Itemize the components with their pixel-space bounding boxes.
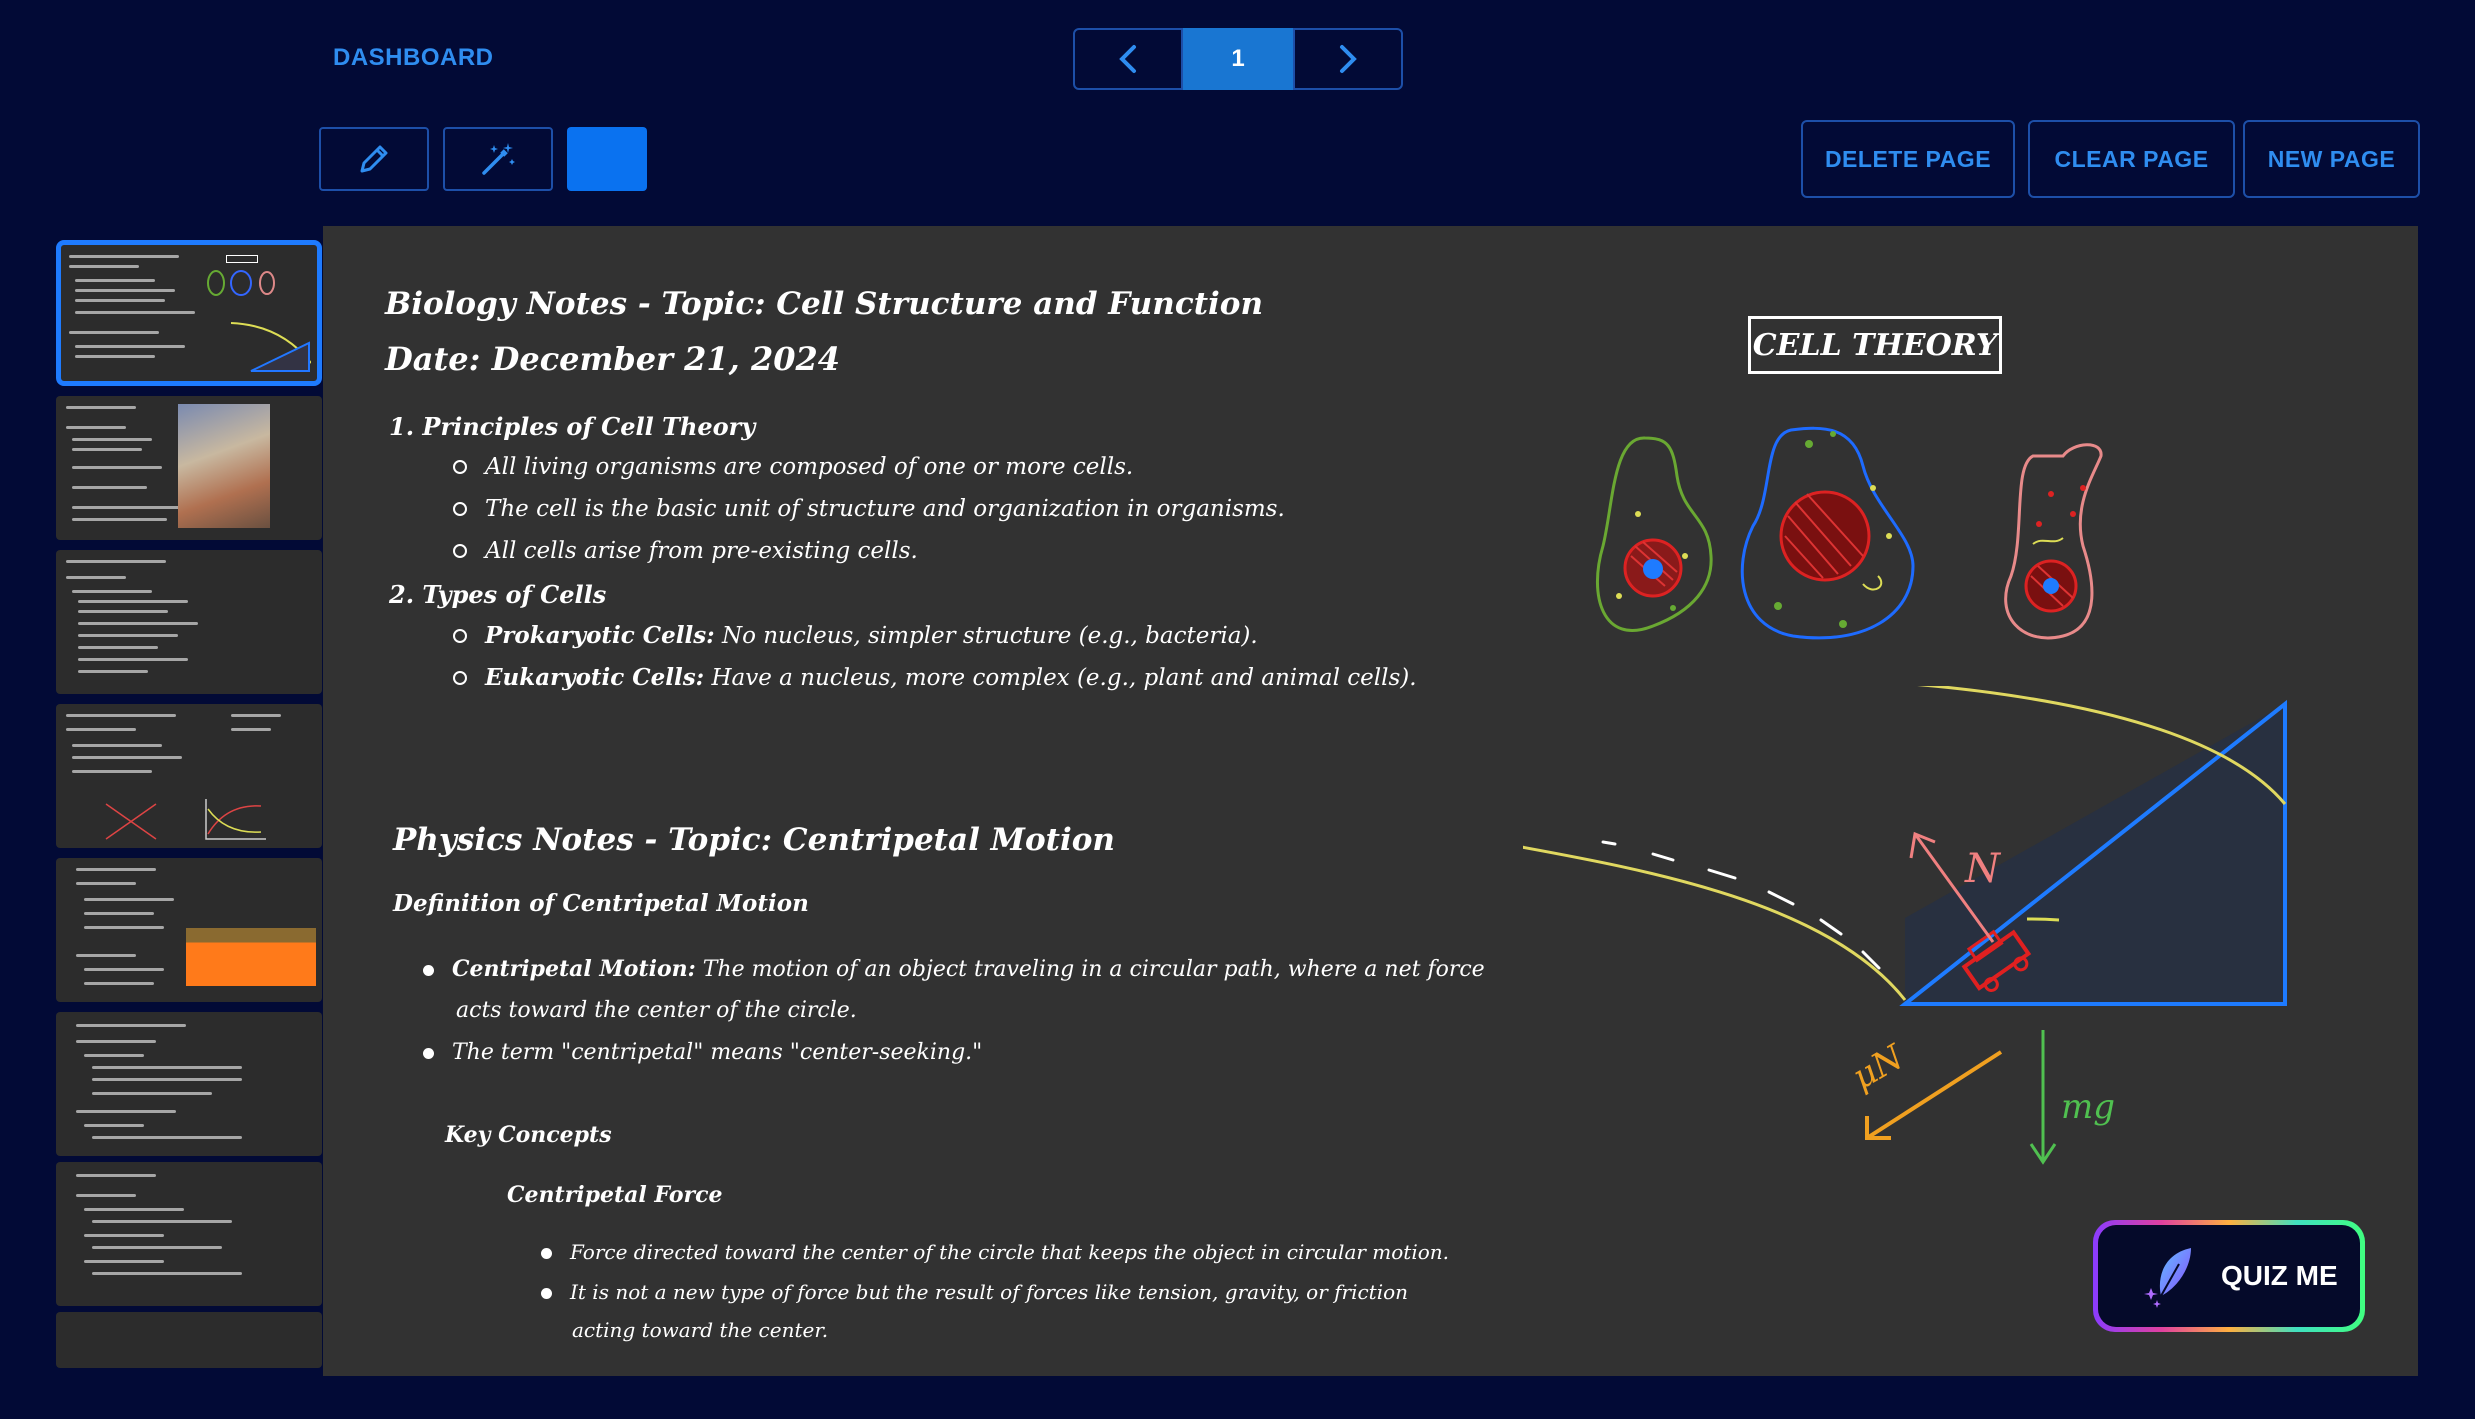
page-pager: 1 [1073,28,1403,90]
quill-sparkle-icon [2144,1248,2191,1308]
bullet-dot [423,1048,434,1059]
term-label: Centripetal Motion: [452,956,696,982]
list-item: Prokaryotic Cells: No nucleus, simpler s… [453,622,1258,649]
list-item-text: Have a nucleus, more complex (e.g., plan… [704,665,1417,691]
list-item: It is not a new type of force but the re… [541,1280,1408,1304]
list-item: All cells arise from pre-existing cells. [453,538,918,564]
clear-page-button[interactable]: CLEAR PAGE [2028,120,2235,198]
weight-force-label: mg [2061,1087,2115,1127]
page-thumbnail[interactable] [56,704,322,848]
centripetal-force-heading: Centripetal Force [507,1182,723,1208]
bullet-dot [541,1248,552,1259]
list-item-text: The term "centripetal" means "center-see… [452,1040,983,1065]
bullet-circle [453,671,467,685]
cell-theory-label: CELL THEORY [1752,327,1998,363]
page-thumbnail[interactable] [56,240,322,386]
page-thumbnail[interactable] [56,396,322,540]
friction-force-label: μN [1846,1037,1912,1098]
normal-force-label: N [1964,846,2002,892]
cell-drawings [1595,426,2103,640]
list-item-text: It is not a new type of force but the re… [570,1280,1409,1304]
term-label: Prokaryotic Cells: [485,622,715,649]
list-item: Eukaryotic Cells: Have a nucleus, more c… [453,664,1417,691]
drawing-canvas[interactable]: Biology Notes - Topic: Cell Structure an… [323,226,2418,1376]
key-concepts-heading: Key Concepts [445,1122,612,1148]
term-label: Eukaryotic Cells: [485,664,705,691]
list-item-text: No nucleus, simpler structure (e.g., bac… [714,623,1258,649]
quiz-me-button[interactable]: QUIZ ME [2093,1220,2365,1332]
bullet-dot [423,965,434,976]
bullet-circle [453,502,467,516]
pen-tool-button[interactable] [319,127,429,191]
new-page-button[interactable]: NEW PAGE [2243,120,2420,198]
list-item-text: The motion of an object traveling in a c… [695,957,1485,982]
list-item-text: All cells arise from pre-existing cells. [485,538,918,564]
page-thumbnail[interactable] [56,1312,322,1368]
list-item: All living organisms are composed of one… [453,454,1133,480]
bullet-circle [453,460,467,474]
list-item: Centripetal Motion: The motion of an obj… [423,956,1485,982]
current-page-indicator[interactable]: 1 [1183,28,1293,90]
next-page-button[interactable] [1293,28,1403,90]
cell-theory-label-box: CELL THEORY [1748,316,2002,374]
section2-heading: 2. Types of Cells [389,580,607,609]
list-item-continuation: acts toward the center of the circle. [456,998,857,1023]
delete-page-button[interactable]: DELETE PAGE [1801,120,2015,198]
definition-heading: Definition of Centripetal Motion [393,890,809,917]
chevron-left-icon [1119,45,1136,73]
list-item-text: All living organisms are composed of one… [485,454,1134,480]
biology-date: Date: December 21, 2024 [385,340,840,378]
page-thumbnail[interactable] [56,1012,322,1156]
section1-heading: 1. Principles of Cell Theory [389,412,756,441]
list-item: The cell is the basic unit of structure … [453,496,1285,522]
page-thumbnail[interactable] [56,1162,322,1306]
page-thumbnail[interactable] [56,858,322,1002]
bullet-circle [453,629,467,643]
centripetal-motion-diagram: N μN mg [1523,686,2287,1165]
quiz-me-label: QUIZ ME [2221,1260,2338,1291]
list-item: Force directed toward the center of the … [541,1240,1449,1264]
chevron-right-icon [1340,45,1357,73]
previous-page-button[interactable] [1073,28,1183,90]
magic-wand-tool-button[interactable] [443,127,553,191]
biology-title: Biology Notes - Topic: Cell Structure an… [385,286,1264,322]
list-item: The term "centripetal" means "center-see… [423,1040,982,1065]
color-swatch-button[interactable] [567,127,647,191]
list-item-continuation: acting toward the center. [572,1318,829,1342]
bullet-circle [453,544,467,558]
list-item-text: Force directed toward the center of the … [570,1240,1450,1264]
pencil-icon [360,145,388,173]
list-item-text: The cell is the basic unit of structure … [485,496,1285,522]
magic-wand-icon [482,143,515,175]
dashboard-link[interactable]: DASHBOARD [333,44,494,72]
quiz-me-button-inner: QUIZ ME [2098,1225,2360,1327]
bullet-dot [541,1288,552,1299]
physics-title: Physics Notes - Topic: Centripetal Motio… [393,822,1115,858]
page-thumbnail[interactable] [56,550,322,694]
